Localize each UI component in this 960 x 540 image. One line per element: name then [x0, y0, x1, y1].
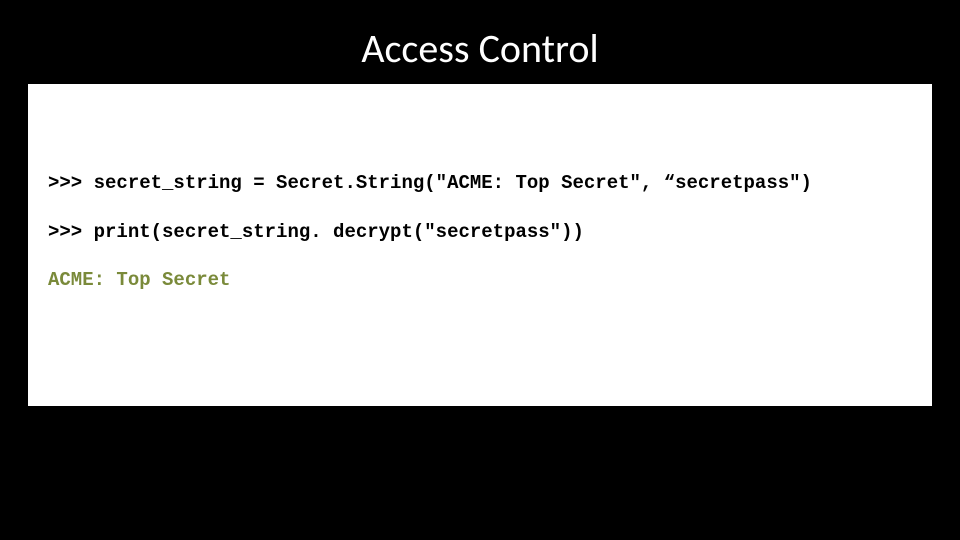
- code-block: >>> secret_string = Secret.String("ACME:…: [28, 84, 932, 406]
- code-line-1: >>> secret_string = Secret.String("ACME:…: [48, 170, 912, 197]
- slide: Access Control >>> secret_string = Secre…: [0, 0, 960, 540]
- slide-title: Access Control: [0, 24, 960, 73]
- code-line-2: >>> print(secret_string. decrypt("secret…: [48, 219, 912, 246]
- code-output: ACME: Top Secret: [48, 267, 912, 294]
